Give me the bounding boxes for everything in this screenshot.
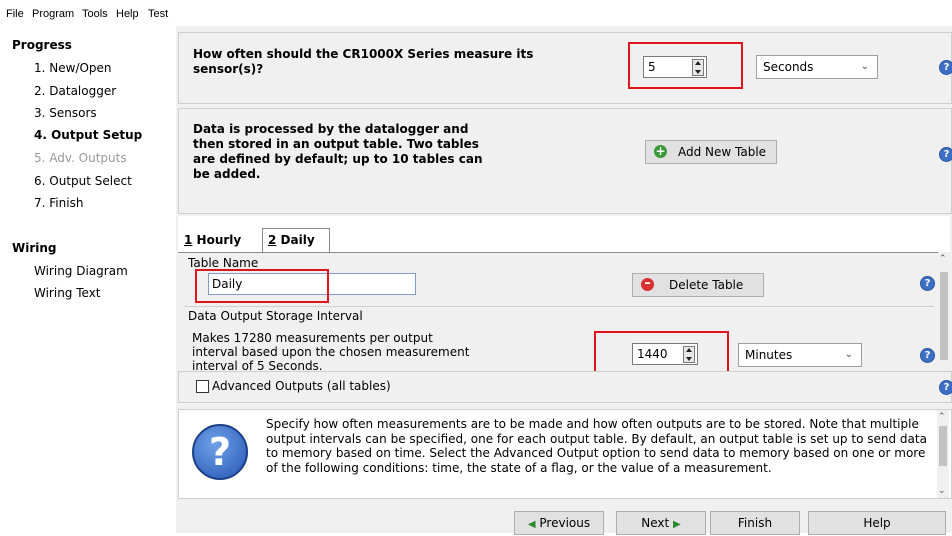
add-new-table-label: Add New Table: [678, 145, 767, 159]
help-icon[interactable]: ?: [920, 348, 935, 363]
tab-hourly-label: Hourly: [196, 233, 242, 247]
tab-area: 1 Hourly 2 Daily Table Name Daily – Dele…: [178, 216, 950, 387]
table-name-label: Table Name: [188, 256, 259, 270]
advanced-outputs-panel: Advanced Outputs (all tables) ?: [178, 371, 952, 403]
tab-hourly[interactable]: 1 Hourly: [184, 233, 241, 247]
finish-button[interactable]: Finish: [710, 511, 800, 535]
tab-hourly-num: 1: [184, 233, 193, 247]
output-unit-select[interactable]: Minutes ⌄: [738, 343, 862, 367]
sidebar-item-output-select[interactable]: 6. Output Select: [34, 174, 132, 188]
tables-info-panel: Data is processed by the datalogger and …: [178, 108, 952, 214]
measure-question: How often should the CR1000X Series meas…: [193, 47, 534, 76]
help-icon[interactable]: ?: [939, 60, 952, 75]
sidebar-item-datalogger[interactable]: 2. Datalogger: [34, 84, 116, 98]
wiring-heading: Wiring: [12, 241, 57, 255]
tab-daily-num: 2: [268, 233, 277, 247]
tab-content-scrollbar[interactable]: ⌃ ⌄: [938, 252, 950, 386]
previous-button[interactable]: ◀ Previous: [514, 511, 604, 535]
progress-heading: Progress: [12, 38, 72, 52]
arrow-left-icon: ◀: [527, 519, 536, 530]
question-icon: ?: [192, 424, 248, 480]
advanced-outputs-checkbox[interactable]: [196, 380, 209, 393]
sidebar-item-sensors[interactable]: 3. Sensors: [34, 106, 97, 120]
sidebar-item-wiring-text[interactable]: Wiring Text: [34, 286, 101, 300]
menu-file[interactable]: File: [6, 8, 24, 20]
sidebar-item-finish[interactable]: 7. Finish: [34, 196, 83, 210]
help-icon[interactable]: ?: [920, 276, 935, 291]
measure-unit-value: Seconds: [763, 60, 814, 74]
help-button[interactable]: Help: [808, 511, 946, 535]
next-label: Next: [641, 516, 670, 530]
previous-label: Previous: [539, 516, 591, 530]
sidebar: Progress 1. New/Open 2. Datalogger 3. Se…: [0, 30, 170, 533]
output-unit-value: Minutes: [745, 348, 793, 362]
scroll-up-icon[interactable]: ⌃: [939, 254, 947, 264]
sidebar-item-output-setup[interactable]: 4. Output Setup: [34, 128, 142, 142]
sidebar-item-new-open[interactable]: 1. New/Open: [34, 61, 112, 75]
menu-test[interactable]: Test: [148, 8, 168, 20]
help-scrollbar[interactable]: ⌃ ⌄: [937, 410, 949, 498]
scrollbar-thumb[interactable]: [940, 272, 948, 360]
plus-icon: +: [654, 144, 667, 158]
delete-table-label: Delete Table: [669, 278, 744, 292]
tab-daily-label: Daily: [280, 233, 315, 247]
menu-help[interactable]: Help: [116, 8, 139, 20]
next-button[interactable]: Next ▶: [616, 511, 706, 535]
divider: [184, 306, 934, 307]
storage-interval-label: Data Output Storage Interval: [188, 309, 363, 323]
storage-interval-text: Makes 17280 measurements per output inte…: [192, 331, 470, 373]
chevron-down-icon: ⌄: [860, 61, 869, 72]
highlight-box: [195, 269, 329, 303]
delete-table-button[interactable]: – Delete Table: [632, 273, 764, 297]
chevron-down-icon: ⌄: [844, 349, 853, 360]
arrow-right-icon: ▶: [673, 519, 681, 530]
add-new-table-button[interactable]: + Add New Table: [645, 140, 777, 164]
highlight-box: [628, 42, 743, 89]
advanced-outputs-label[interactable]: Advanced Outputs (all tables): [212, 379, 391, 393]
main-content: How often should the CR1000X Series meas…: [176, 26, 952, 535]
scrollbar-thumb[interactable]: [939, 426, 947, 466]
sidebar-item-adv-outputs: 5. Adv. Outputs: [34, 151, 127, 165]
help-description-text: Specify how often measurements are to be…: [266, 417, 927, 475]
minus-icon: –: [641, 277, 654, 291]
tables-info-text: Data is processed by the datalogger and …: [193, 122, 483, 181]
tab-daily[interactable]: 2 Daily: [268, 233, 315, 247]
tab-content: Table Name Daily – Delete Table ? Data O…: [178, 252, 938, 387]
sidebar-item-wiring-diagram[interactable]: Wiring Diagram: [34, 264, 128, 278]
help-icon[interactable]: ?: [939, 147, 952, 162]
menu-program[interactable]: Program: [32, 8, 74, 20]
help-description-panel: ? Specify how often measurements are to …: [178, 409, 952, 499]
menu-bar: File Program Tools Help Test: [0, 0, 952, 26]
scroll-down-icon[interactable]: ⌄: [938, 486, 946, 496]
measure-unit-select[interactable]: Seconds ⌄: [756, 55, 878, 79]
help-icon[interactable]: ?: [939, 380, 952, 395]
measure-panel: How often should the CR1000X Series meas…: [178, 32, 952, 104]
menu-tools[interactable]: Tools: [82, 8, 108, 20]
scroll-up-icon[interactable]: ⌃: [938, 412, 946, 422]
